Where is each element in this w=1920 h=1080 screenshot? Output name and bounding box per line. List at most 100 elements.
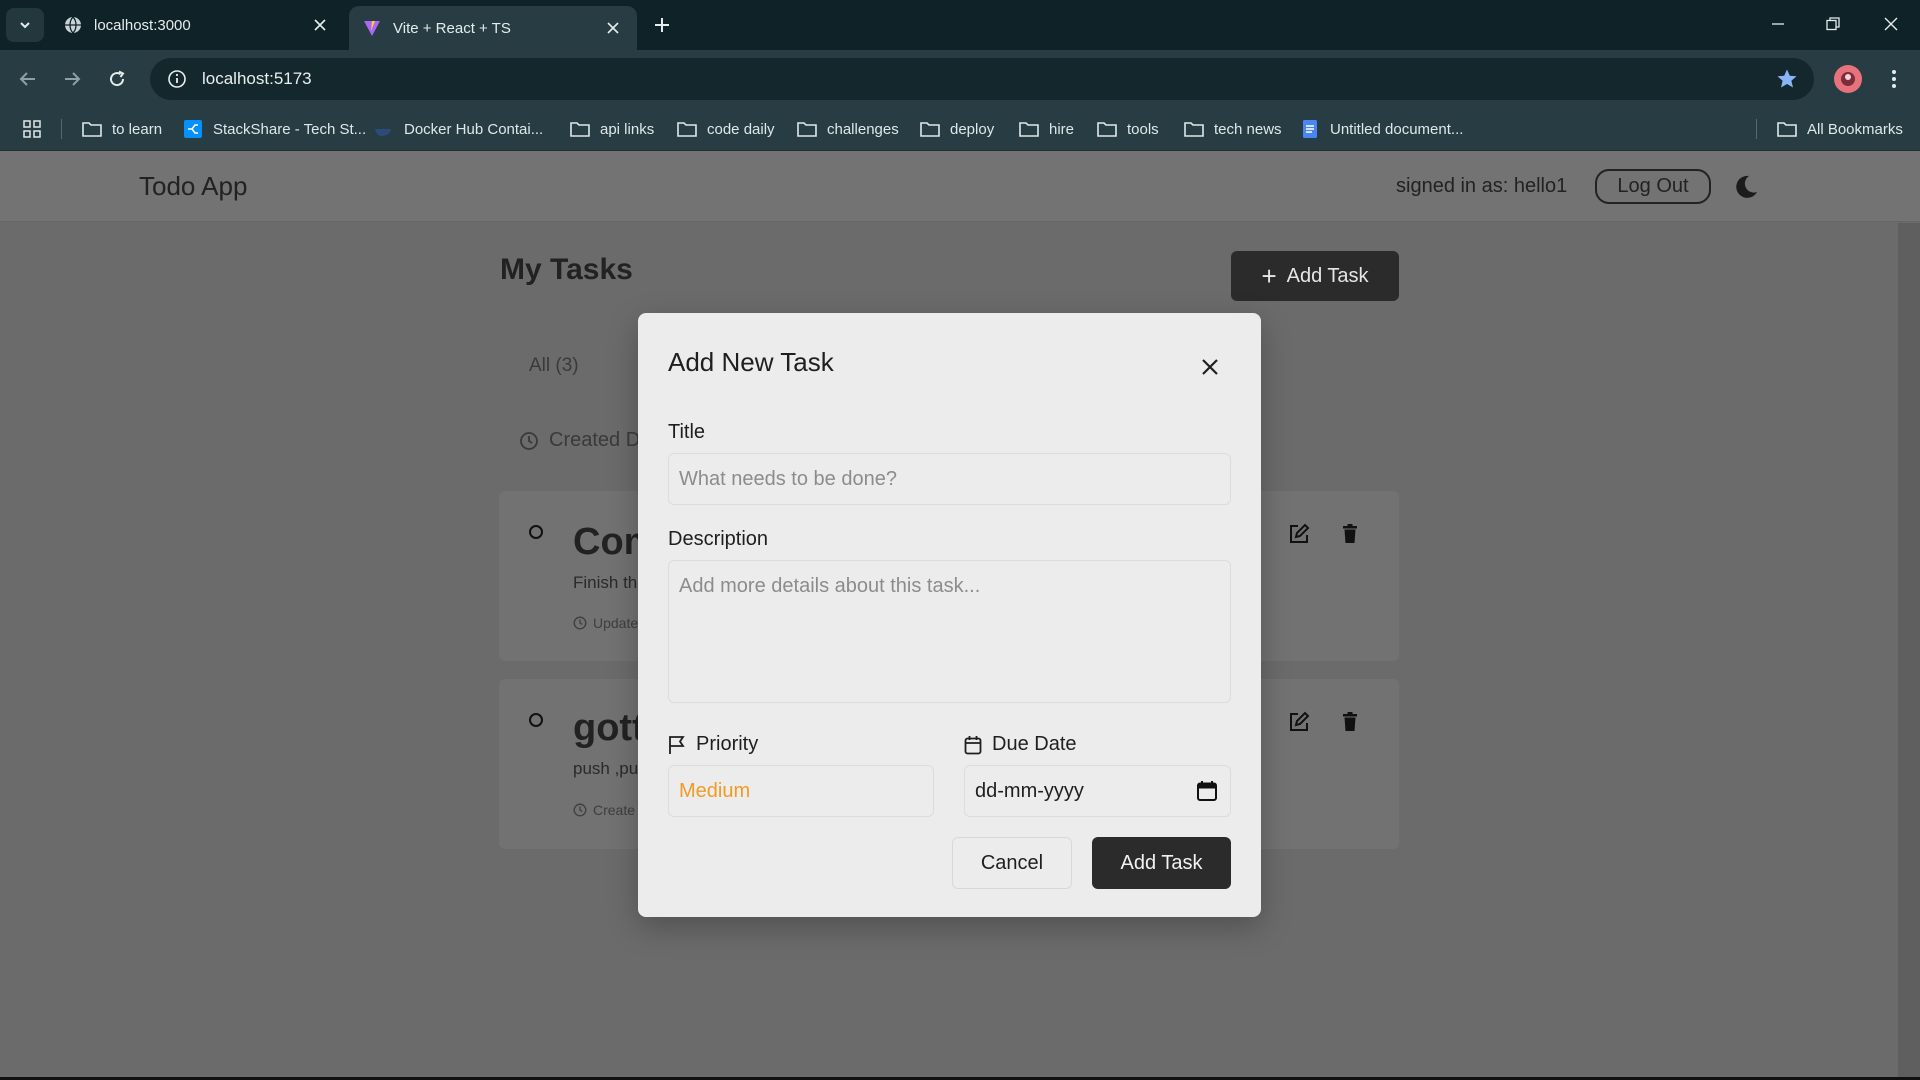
sort-label: Created D <box>549 429 641 451</box>
bookmark-challenges[interactable]: challenges <box>797 117 899 141</box>
due-date-label-text: Due Date <box>992 733 1077 755</box>
submit-add-task-button[interactable]: Add Task <box>1092 837 1231 889</box>
bookmark-label: Docker Hub Contai... <box>404 120 544 138</box>
bookmark-label: challenges <box>827 120 899 138</box>
logout-button[interactable]: Log Out <box>1595 169 1711 204</box>
tab-search-button[interactable] <box>6 8 44 42</box>
filter-tab-all[interactable]: All (3) <box>529 355 579 377</box>
reload-icon <box>110 70 125 87</box>
plus-icon: + <box>1261 261 1277 291</box>
delete-task-button[interactable] <box>1337 709 1363 735</box>
stackshare-icon <box>183 120 203 138</box>
tab-vite-react[interactable]: Vite + React + TS <box>349 6 637 50</box>
title-label: Title <box>668 421 706 443</box>
description-label: Description <box>668 528 769 550</box>
bookmark-deploy[interactable]: deploy <box>920 117 994 141</box>
docs-icon <box>1300 120 1320 138</box>
task-description: Finish th <box>573 573 638 592</box>
close-icon <box>1884 17 1898 31</box>
priority-label: Priority <box>668 733 758 756</box>
flag-icon <box>669 735 685 754</box>
bookmark-star-icon[interactable] <box>1776 68 1798 90</box>
edit-task-button[interactable] <box>1286 709 1312 735</box>
bookmark-label: tools <box>1127 120 1159 138</box>
bookmark-untitled-document[interactable]: Untitled document... <box>1300 117 1463 141</box>
task-title: gott <box>573 707 645 749</box>
cancel-button[interactable]: Cancel <box>952 837 1072 889</box>
task-title-input[interactable] <box>668 453 1231 505</box>
profile-icon <box>1841 72 1855 86</box>
edit-icon <box>1290 523 1310 543</box>
apps-button[interactable] <box>22 117 52 141</box>
close-icon[interactable] <box>310 15 330 35</box>
bookmark-api-links[interactable]: api links <box>570 117 654 141</box>
sort-created-date[interactable]: Created D <box>519 429 640 452</box>
theme-toggle-button[interactable] <box>1732 171 1760 203</box>
back-button[interactable] <box>13 64 43 94</box>
globe-icon <box>64 16 82 34</box>
docker-icon <box>374 120 394 138</box>
task-complete-toggle[interactable] <box>529 525 543 539</box>
signed-in-label: signed in as: hello1 <box>1396 175 1568 197</box>
bookmarks-bar: to learn StackShare - Tech St... Docker … <box>0 107 1920 151</box>
folder-icon <box>82 120 102 138</box>
forward-button[interactable] <box>57 64 87 94</box>
plus-icon <box>655 18 669 32</box>
page-title: My Tasks <box>500 253 633 286</box>
add-task-button[interactable]: + Add Task <box>1231 251 1399 301</box>
edit-task-button[interactable] <box>1286 521 1312 547</box>
task-meta: Create <box>573 802 635 818</box>
browser-toolbar: localhost:5173 <box>0 50 1920 107</box>
task-meta: Update <box>573 615 638 631</box>
close-window-button[interactable] <box>1871 8 1911 40</box>
browser-menu-button[interactable] <box>1880 64 1908 94</box>
trash-icon <box>1343 524 1357 543</box>
restore-button[interactable] <box>1813 8 1853 40</box>
task-meta-text: Update <box>593 615 639 631</box>
tab-title: localhost:3000 <box>94 16 191 34</box>
priority-select[interactable]: Medium <box>668 765 934 817</box>
task-complete-toggle[interactable] <box>529 713 543 727</box>
tab-localhost-3000[interactable]: localhost:3000 <box>50 6 344 44</box>
bookmark-hire[interactable]: hire <box>1019 117 1074 141</box>
bookmark-to-learn[interactable]: to learn <box>82 117 162 141</box>
moon-icon <box>1736 175 1757 198</box>
all-bookmarks-label: All Bookmarks <box>1807 120 1903 138</box>
add-task-modal: Add New Task Title Description Priority … <box>638 313 1261 917</box>
bookmark-tech-news[interactable]: tech news <box>1184 117 1282 141</box>
folder-icon <box>1184 120 1204 138</box>
minimize-button[interactable] <box>1758 8 1798 40</box>
page-scrollbar[interactable] <box>1898 223 1920 1080</box>
modal-close-button[interactable] <box>1193 350 1227 384</box>
browser-tabstrip: localhost:3000 Vite + React + TS <box>0 0 1920 50</box>
delete-task-button[interactable] <box>1337 521 1363 547</box>
add-task-label: Add Task <box>1286 264 1369 287</box>
url-text: localhost:5173 <box>202 69 312 88</box>
vite-logo-icon <box>363 19 381 37</box>
modal-title: Add New Task <box>668 347 834 377</box>
site-info-icon[interactable] <box>156 58 198 100</box>
app-title[interactable]: Todo App <box>139 171 247 202</box>
bookmark-tools[interactable]: tools <box>1097 117 1159 141</box>
due-date-label: Due Date <box>964 733 1077 756</box>
bookmark-docker-hub[interactable]: Docker Hub Contai... <box>374 117 543 141</box>
bookmark-code-daily[interactable]: code daily <box>677 117 775 141</box>
task-description-textarea[interactable] <box>668 560 1231 703</box>
new-tab-button[interactable] <box>648 11 676 39</box>
bookmark-label: deploy <box>950 120 995 138</box>
calendar-picker-icon[interactable] <box>1196 780 1218 802</box>
folder-icon <box>570 120 590 138</box>
bookmarks-divider <box>61 119 62 139</box>
bookmark-label: api links <box>600 120 655 138</box>
bookmark-stackshare[interactable]: StackShare - Tech St... <box>183 117 366 141</box>
app-header: Todo App signed in as: hello1 Log Out <box>0 151 1920 222</box>
minimize-icon <box>1772 23 1784 25</box>
folder-icon <box>1097 120 1117 138</box>
tab-title: Vite + React + TS <box>393 19 511 37</box>
reload-button[interactable] <box>102 64 132 94</box>
close-icon[interactable] <box>603 18 623 38</box>
address-bar[interactable]: localhost:5173 <box>150 58 1814 100</box>
all-bookmarks-button[interactable]: All Bookmarks <box>1777 117 1903 141</box>
due-date-input[interactable]: dd-mm-yyyy <box>964 765 1231 817</box>
profile-avatar[interactable] <box>1834 65 1862 93</box>
